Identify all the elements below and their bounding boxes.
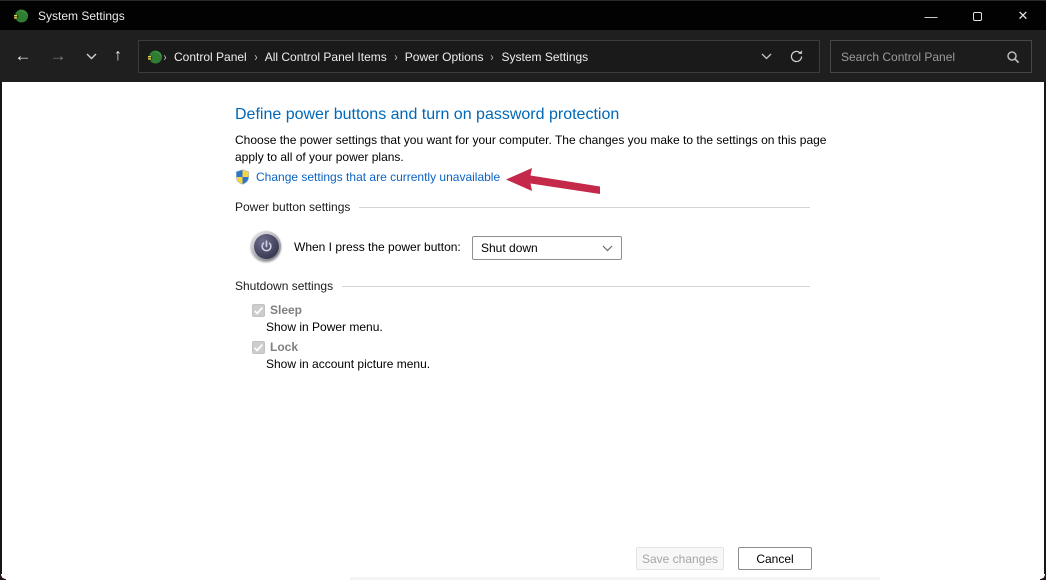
breadcrumb-item-control-panel[interactable]: Control Panel bbox=[167, 50, 254, 64]
page-title: Define power buttons and turn on passwor… bbox=[235, 106, 619, 124]
power-button-action-select[interactable]: Shut down bbox=[472, 236, 622, 260]
lock-label: Lock bbox=[270, 340, 298, 354]
search-icon[interactable] bbox=[1006, 50, 1020, 64]
window-corner-right bbox=[1040, 574, 1046, 580]
lock-checkbox[interactable] bbox=[252, 341, 265, 354]
lock-description: Show in account picture menu. bbox=[266, 357, 430, 371]
power-button-label: When I press the power button: bbox=[294, 240, 461, 254]
breadcrumb-separator: › bbox=[491, 50, 494, 64]
back-button[interactable]: ← bbox=[8, 30, 38, 82]
shutdown-settings-section: Shutdown settings bbox=[235, 279, 810, 293]
power-button-icon bbox=[251, 231, 281, 261]
navigation-bar: ← → ↑ › Control Panel › All Control Pane… bbox=[0, 30, 1046, 82]
annotation-arrow bbox=[505, 167, 601, 202]
refresh-button[interactable] bbox=[781, 41, 811, 72]
up-button[interactable]: ↑ bbox=[103, 30, 133, 82]
main-content: Define power buttons and turn on passwor… bbox=[0, 82, 1046, 580]
minimize-button[interactable]: — bbox=[908, 1, 954, 31]
breadcrumb-separator: › bbox=[163, 50, 166, 64]
change-settings-link[interactable]: Change settings that are currently unava… bbox=[256, 170, 500, 184]
save-changes-button[interactable]: Save changes bbox=[636, 547, 724, 570]
selected-option: Shut down bbox=[481, 241, 602, 255]
chevron-down-icon bbox=[761, 53, 772, 60]
uac-shield-icon bbox=[235, 169, 250, 185]
refresh-icon bbox=[789, 49, 804, 64]
search-box bbox=[830, 40, 1032, 73]
section-title: Power button settings bbox=[235, 200, 350, 214]
close-button[interactable]: ✕ bbox=[1000, 1, 1046, 31]
checkmark-icon bbox=[253, 342, 264, 353]
breadcrumb-separator: › bbox=[254, 50, 257, 64]
chevron-down-icon bbox=[86, 53, 97, 60]
cancel-button[interactable]: Cancel bbox=[738, 547, 812, 570]
breadcrumb-separator: › bbox=[394, 50, 397, 64]
recent-pages-chevron[interactable] bbox=[76, 30, 106, 82]
title-bar: System Settings — ✕ bbox=[0, 0, 1046, 30]
search-input[interactable] bbox=[831, 50, 1006, 64]
forward-button[interactable]: → bbox=[43, 30, 73, 82]
address-dropdown-button[interactable] bbox=[751, 41, 781, 72]
section-title: Shutdown settings bbox=[235, 279, 333, 293]
checkmark-icon bbox=[253, 305, 264, 316]
intro-text: Choose the power settings that you want … bbox=[235, 132, 835, 166]
section-divider bbox=[342, 286, 810, 287]
window-title: System Settings bbox=[38, 9, 125, 23]
maximize-icon bbox=[973, 12, 982, 21]
breadcrumb-item-system-settings[interactable]: System Settings bbox=[494, 50, 595, 64]
breadcrumb-item-all-control-panel-items[interactable]: All Control Panel Items bbox=[258, 50, 394, 64]
power-options-icon bbox=[147, 49, 163, 65]
system-settings-window: System Settings — ✕ ← → ↑ › bbox=[0, 0, 1046, 580]
power-button-settings-section: Power button settings bbox=[235, 200, 810, 214]
window-corner-left bbox=[0, 574, 6, 580]
sleep-checkbox[interactable] bbox=[252, 304, 265, 317]
power-options-app-icon bbox=[13, 8, 29, 24]
breadcrumb: › Control Panel › All Control Panel Item… bbox=[138, 40, 820, 73]
maximize-button[interactable] bbox=[954, 1, 1000, 31]
breadcrumb-item-power-options[interactable]: Power Options bbox=[398, 50, 491, 64]
sleep-label: Sleep bbox=[270, 303, 302, 317]
sleep-description: Show in Power menu. bbox=[266, 320, 383, 334]
chevron-down-icon bbox=[602, 245, 613, 252]
section-divider bbox=[359, 207, 810, 208]
